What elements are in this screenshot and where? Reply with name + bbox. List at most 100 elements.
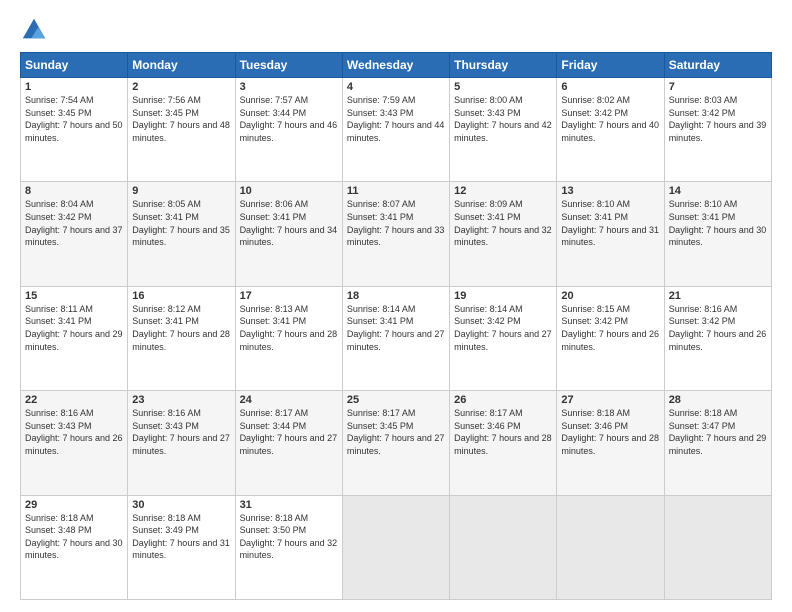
day-number: 6 xyxy=(561,81,659,93)
day-number: 3 xyxy=(240,81,338,93)
logo-icon xyxy=(20,16,48,44)
calendar-cell: 17 Sunrise: 8:13 AMSunset: 3:41 PMDayligh… xyxy=(235,286,342,390)
day-info: Sunrise: 8:04 AMSunset: 3:42 PMDaylight:… xyxy=(25,199,123,247)
day-number: 4 xyxy=(347,81,445,93)
day-number: 8 xyxy=(25,185,123,197)
day-number: 30 xyxy=(132,499,230,511)
calendar-cell: 26 Sunrise: 8:17 AMSunset: 3:46 PMDayligh… xyxy=(450,391,557,495)
calendar-header-monday: Monday xyxy=(128,53,235,78)
day-info: Sunrise: 8:11 AMSunset: 3:41 PMDaylight:… xyxy=(25,304,123,352)
calendar-cell xyxy=(450,495,557,599)
day-info: Sunrise: 7:59 AMSunset: 3:43 PMDaylight:… xyxy=(347,95,445,143)
calendar-header-thursday: Thursday xyxy=(450,53,557,78)
page: SundayMondayTuesdayWednesdayThursdayFrid… xyxy=(0,0,792,612)
day-number: 28 xyxy=(669,394,767,406)
calendar-cell: 7 Sunrise: 8:03 AMSunset: 3:42 PMDaylight… xyxy=(664,78,771,182)
calendar-cell: 1 Sunrise: 7:54 AMSunset: 3:45 PMDaylight… xyxy=(21,78,128,182)
day-number: 14 xyxy=(669,185,767,197)
calendar-cell: 27 Sunrise: 8:18 AMSunset: 3:46 PMDayligh… xyxy=(557,391,664,495)
calendar-cell: 8 Sunrise: 8:04 AMSunset: 3:42 PMDaylight… xyxy=(21,182,128,286)
day-info: Sunrise: 7:57 AMSunset: 3:44 PMDaylight:… xyxy=(240,95,338,143)
day-number: 17 xyxy=(240,290,338,302)
day-info: Sunrise: 8:02 AMSunset: 3:42 PMDaylight:… xyxy=(561,95,659,143)
day-info: Sunrise: 8:14 AMSunset: 3:42 PMDaylight:… xyxy=(454,304,552,352)
calendar-cell: 30 Sunrise: 8:18 AMSunset: 3:49 PMDayligh… xyxy=(128,495,235,599)
day-info: Sunrise: 8:13 AMSunset: 3:41 PMDaylight:… xyxy=(240,304,338,352)
day-info: Sunrise: 8:16 AMSunset: 3:43 PMDaylight:… xyxy=(25,408,123,456)
calendar-cell: 5 Sunrise: 8:00 AMSunset: 3:43 PMDaylight… xyxy=(450,78,557,182)
day-info: Sunrise: 8:03 AMSunset: 3:42 PMDaylight:… xyxy=(669,95,767,143)
day-number: 27 xyxy=(561,394,659,406)
calendar-cell: 14 Sunrise: 8:10 AMSunset: 3:41 PMDayligh… xyxy=(664,182,771,286)
day-info: Sunrise: 8:10 AMSunset: 3:41 PMDaylight:… xyxy=(669,199,767,247)
calendar-cell: 22Sunrise: 8:16 AMSunset: 3:43 PMDayligh… xyxy=(21,391,128,495)
day-number: 29 xyxy=(25,499,123,511)
calendar-cell: 13 Sunrise: 8:10 AMSunset: 3:41 PMDayligh… xyxy=(557,182,664,286)
calendar-header-sunday: Sunday xyxy=(21,53,128,78)
day-number: 21 xyxy=(669,290,767,302)
day-number: 1 xyxy=(25,81,123,93)
calendar-header-tuesday: Tuesday xyxy=(235,53,342,78)
day-info: Sunrise: 8:06 AMSunset: 3:41 PMDaylight:… xyxy=(240,199,338,247)
day-info: Sunrise: 8:16 AMSunset: 3:42 PMDaylight:… xyxy=(669,304,767,352)
calendar-cell: 4 Sunrise: 7:59 AMSunset: 3:43 PMDaylight… xyxy=(342,78,449,182)
calendar-header-friday: Friday xyxy=(557,53,664,78)
day-info: Sunrise: 8:05 AMSunset: 3:41 PMDaylight:… xyxy=(132,199,230,247)
calendar-header-wednesday: Wednesday xyxy=(342,53,449,78)
day-info: Sunrise: 8:09 AMSunset: 3:41 PMDaylight:… xyxy=(454,199,552,247)
header xyxy=(20,16,772,44)
day-info: Sunrise: 8:17 AMSunset: 3:46 PMDaylight:… xyxy=(454,408,552,456)
day-info: Sunrise: 8:18 AMSunset: 3:50 PMDaylight:… xyxy=(240,513,338,561)
calendar-cell: 16Sunrise: 8:12 AMSunset: 3:41 PMDayligh… xyxy=(128,286,235,390)
calendar-cell: 11Sunrise: 8:07 AMSunset: 3:41 PMDayligh… xyxy=(342,182,449,286)
calendar-cell xyxy=(342,495,449,599)
day-number: 19 xyxy=(454,290,552,302)
day-info: Sunrise: 8:14 AMSunset: 3:41 PMDaylight:… xyxy=(347,304,445,352)
day-number: 9 xyxy=(132,185,230,197)
calendar-cell: 20Sunrise: 8:15 AMSunset: 3:42 PMDayligh… xyxy=(557,286,664,390)
day-number: 25 xyxy=(347,394,445,406)
day-number: 11 xyxy=(347,185,445,197)
calendar-cell: 2Sunrise: 7:56 AMSunset: 3:45 PMDaylight… xyxy=(128,78,235,182)
calendar-cell: 21 Sunrise: 8:16 AMSunset: 3:42 PMDayligh… xyxy=(664,286,771,390)
calendar-cell: 15Sunrise: 8:11 AMSunset: 3:41 PMDayligh… xyxy=(21,286,128,390)
day-info: Sunrise: 8:18 AMSunset: 3:46 PMDaylight:… xyxy=(561,408,659,456)
calendar-cell xyxy=(557,495,664,599)
day-info: Sunrise: 8:18 AMSunset: 3:48 PMDaylight:… xyxy=(25,513,123,561)
day-number: 12 xyxy=(454,185,552,197)
calendar-week-row: 8 Sunrise: 8:04 AMSunset: 3:42 PMDaylight… xyxy=(21,182,772,286)
day-info: Sunrise: 8:17 AMSunset: 3:45 PMDaylight:… xyxy=(347,408,445,456)
day-number: 7 xyxy=(669,81,767,93)
calendar-cell: 29 Sunrise: 8:18 AMSunset: 3:48 PMDayligh… xyxy=(21,495,128,599)
day-number: 5 xyxy=(454,81,552,93)
day-number: 13 xyxy=(561,185,659,197)
calendar-cell: 19 Sunrise: 8:14 AMSunset: 3:42 PMDayligh… xyxy=(450,286,557,390)
calendar-cell: 28Sunrise: 8:18 AMSunset: 3:47 PMDayligh… xyxy=(664,391,771,495)
calendar-cell: 12 Sunrise: 8:09 AMSunset: 3:41 PMDayligh… xyxy=(450,182,557,286)
logo xyxy=(20,16,52,44)
day-number: 26 xyxy=(454,394,552,406)
calendar-cell: 24Sunrise: 8:17 AMSunset: 3:44 PMDayligh… xyxy=(235,391,342,495)
day-number: 31 xyxy=(240,499,338,511)
day-info: Sunrise: 7:54 AMSunset: 3:45 PMDaylight:… xyxy=(25,95,123,143)
calendar-header-saturday: Saturday xyxy=(664,53,771,78)
calendar-week-row: 15Sunrise: 8:11 AMSunset: 3:41 PMDayligh… xyxy=(21,286,772,390)
day-info: Sunrise: 8:00 AMSunset: 3:43 PMDaylight:… xyxy=(454,95,552,143)
calendar-week-row: 22Sunrise: 8:16 AMSunset: 3:43 PMDayligh… xyxy=(21,391,772,495)
day-info: Sunrise: 8:16 AMSunset: 3:43 PMDaylight:… xyxy=(132,408,230,456)
calendar-header-row: SundayMondayTuesdayWednesdayThursdayFrid… xyxy=(21,53,772,78)
calendar-cell: 18Sunrise: 8:14 AMSunset: 3:41 PMDayligh… xyxy=(342,286,449,390)
calendar-cell: 25 Sunrise: 8:17 AMSunset: 3:45 PMDayligh… xyxy=(342,391,449,495)
calendar-week-row: 29 Sunrise: 8:18 AMSunset: 3:48 PMDayligh… xyxy=(21,495,772,599)
calendar-cell xyxy=(664,495,771,599)
calendar-cell: 31 Sunrise: 8:18 AMSunset: 3:50 PMDayligh… xyxy=(235,495,342,599)
calendar-week-row: 1 Sunrise: 7:54 AMSunset: 3:45 PMDaylight… xyxy=(21,78,772,182)
day-number: 16 xyxy=(132,290,230,302)
calendar-cell: 23 Sunrise: 8:16 AMSunset: 3:43 PMDayligh… xyxy=(128,391,235,495)
day-info: Sunrise: 8:10 AMSunset: 3:41 PMDaylight:… xyxy=(561,199,659,247)
day-info: Sunrise: 7:56 AMSunset: 3:45 PMDaylight:… xyxy=(132,95,230,143)
calendar-cell: 3 Sunrise: 7:57 AMSunset: 3:44 PMDaylight… xyxy=(235,78,342,182)
day-info: Sunrise: 8:18 AMSunset: 3:49 PMDaylight:… xyxy=(132,513,230,561)
day-number: 20 xyxy=(561,290,659,302)
day-number: 23 xyxy=(132,394,230,406)
